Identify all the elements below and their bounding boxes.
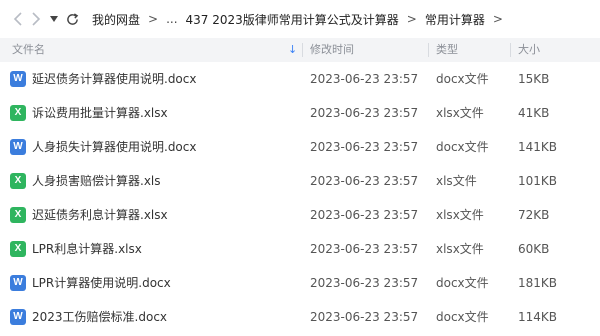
file-mtime: 2023-06-23 23:57 <box>310 310 419 324</box>
breadcrumb-item-parent[interactable]: 437 2023版律师常用计算公式及计算器 <box>186 11 399 28</box>
file-size: 15KB <box>518 72 550 86</box>
excel-icon: X <box>10 105 26 121</box>
breadcrumb-item-current[interactable]: 常用计算器 <box>425 11 485 28</box>
refresh-icon <box>66 12 78 25</box>
word-icon: W <box>10 139 26 155</box>
file-type: xlsx文件 <box>436 208 484 222</box>
file-row[interactable]: X LPR利息计算器.xlsx 2023-06-23 23:57 xlsx文件 60KB <box>0 232 600 266</box>
column-header-name[interactable]: 文件名 <box>12 38 45 62</box>
file-row[interactable]: W LPR计算器使用说明.docx 2023-06-23 23:57 docx文件 18… <box>0 266 600 300</box>
file-name[interactable]: 迟延债务利息计算器.xlsx <box>32 198 287 232</box>
breadcrumb-item-root[interactable]: 我的网盘 <box>92 11 140 28</box>
file-row[interactable]: W 人身损失计算器使用说明.docx 2023-06-23 23:57 docx文件 1… <box>0 130 600 164</box>
sort-desc-icon[interactable]: ↓ <box>288 38 297 62</box>
file-type: docx文件 <box>436 140 489 154</box>
file-size: 114KB <box>518 310 558 324</box>
file-size: 60KB <box>518 242 550 256</box>
file-row[interactable]: W 延迟债务计算器使用说明.docx 2023-06-23 23:57 docx文件 1… <box>0 62 600 96</box>
file-mtime: 2023-06-23 23:57 <box>310 208 419 222</box>
file-size: 72KB <box>518 208 550 222</box>
file-mtime: 2023-06-23 23:57 <box>310 276 419 290</box>
excel-icon: X <box>10 241 26 257</box>
word-icon: W <box>10 71 26 87</box>
breadcrumb-ellipsis[interactable]: ... <box>166 12 177 26</box>
file-row[interactable]: W 2023工伤赔偿标准.docx 2023-06-23 23:57 docx文件 11… <box>0 300 600 334</box>
navigation-bar: 我的网盘 > ... 437 2023版律师常用计算公式及计算器 > 常用计算器… <box>0 0 600 38</box>
table-header: 文件名 ↓ 修改时间 类型 大小 <box>0 38 600 62</box>
file-row[interactable]: X 人身损害赔偿计算器.xls 2023-06-23 23:57 xls文件 101KB <box>0 164 600 198</box>
excel-icon: X <box>10 207 26 223</box>
word-icon: W <box>10 275 26 291</box>
breadcrumb-separator: > <box>492 12 503 26</box>
file-row[interactable]: X 迟延债务利息计算器.xlsx 2023-06-23 23:57 xlsx文件 72K… <box>0 198 600 232</box>
file-name[interactable]: 人身损失计算器使用说明.docx <box>32 130 287 164</box>
chevron-left-icon <box>13 12 22 26</box>
column-header-type[interactable]: 类型 <box>436 38 458 62</box>
file-mtime: 2023-06-23 23:57 <box>310 242 419 256</box>
file-mtime: 2023-06-23 23:57 <box>310 106 419 120</box>
file-size: 181KB <box>518 276 558 290</box>
file-name[interactable]: 诉讼费用批量计算器.xlsx <box>32 96 287 130</box>
file-name[interactable]: LPR利息计算器.xlsx <box>32 232 287 266</box>
word-icon: W <box>10 309 26 325</box>
breadcrumb-separator: > <box>148 12 159 26</box>
breadcrumb-separator: > <box>406 12 417 26</box>
file-name[interactable]: LPR计算器使用说明.docx <box>32 266 287 300</box>
chevron-right-icon <box>32 12 41 26</box>
forward-button[interactable] <box>28 12 44 26</box>
file-name[interactable]: 延迟债务计算器使用说明.docx <box>32 62 287 96</box>
file-mtime: 2023-06-23 23:57 <box>310 72 419 86</box>
file-type: docx文件 <box>436 310 489 324</box>
file-mtime: 2023-06-23 23:57 <box>310 140 419 154</box>
file-list: W 延迟债务计算器使用说明.docx 2023-06-23 23:57 docx文件 1… <box>0 62 600 334</box>
column-header-mtime[interactable]: 修改时间 <box>310 38 354 62</box>
excel-icon: X <box>10 173 26 189</box>
file-type: xls文件 <box>436 174 477 188</box>
file-name[interactable]: 人身损害赔偿计算器.xls <box>32 164 287 198</box>
history-dropdown-button[interactable] <box>48 16 60 22</box>
file-row[interactable]: X 诉讼费用批量计算器.xlsx 2023-06-23 23:57 xlsx文件 41K… <box>0 96 600 130</box>
caret-down-icon <box>50 16 58 22</box>
file-size: 101KB <box>518 174 558 188</box>
file-type: xlsx文件 <box>436 242 484 256</box>
file-type: xlsx文件 <box>436 106 484 120</box>
file-size: 41KB <box>518 106 550 120</box>
column-header-size[interactable]: 大小 <box>518 38 540 62</box>
file-name[interactable]: 2023工伤赔偿标准.docx <box>32 300 287 334</box>
column-divider[interactable] <box>510 43 511 57</box>
back-button[interactable] <box>10 12 26 26</box>
file-type: docx文件 <box>436 276 489 290</box>
file-mtime: 2023-06-23 23:57 <box>310 174 419 188</box>
file-size: 141KB <box>518 140 558 154</box>
column-divider[interactable] <box>428 43 429 57</box>
column-divider[interactable] <box>302 43 303 57</box>
refresh-button[interactable] <box>64 12 80 26</box>
file-type: docx文件 <box>436 72 489 86</box>
breadcrumb: 我的网盘 > ... 437 2023版律师常用计算公式及计算器 > 常用计算器… <box>92 11 511 28</box>
